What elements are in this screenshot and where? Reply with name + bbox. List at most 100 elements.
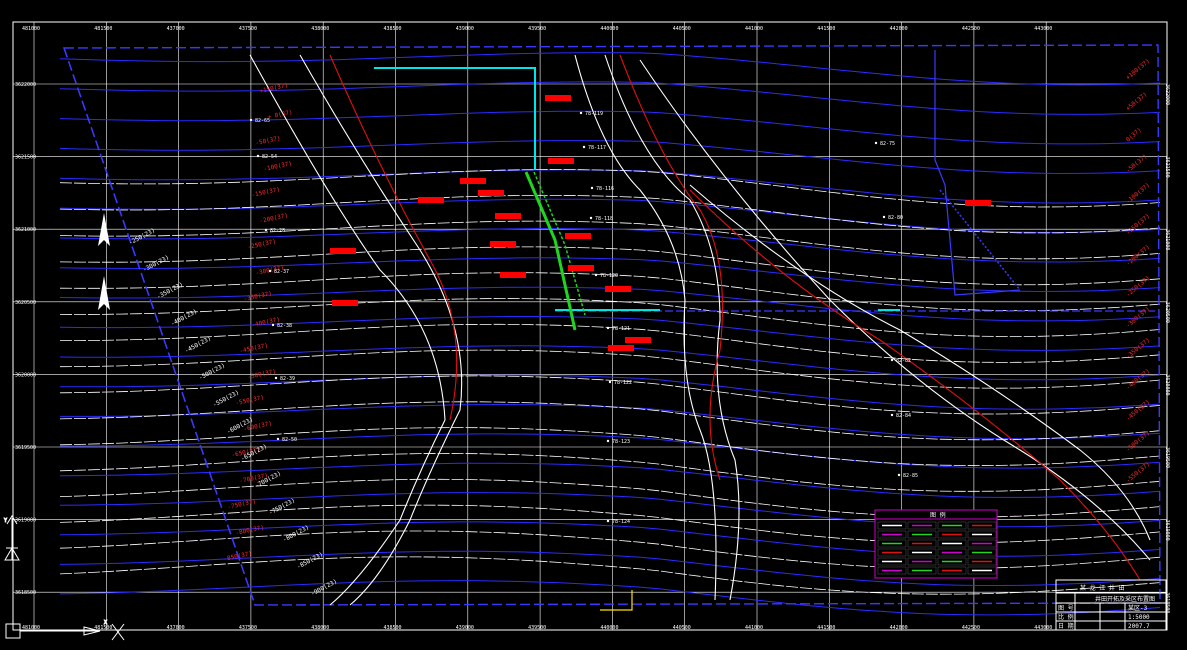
y-tick-right: 3620000 xyxy=(1164,374,1170,395)
red-label-block xyxy=(418,197,444,203)
red-label-block xyxy=(490,241,516,247)
borehole-label: 82-82 xyxy=(896,358,911,364)
borehole-marker xyxy=(606,326,610,330)
y-tick-left: 3619500 xyxy=(15,445,36,451)
x-tick-bottom: 439000 xyxy=(456,625,474,631)
borehole-label: 82-28 xyxy=(270,228,285,234)
x-tick-bottom: 439500 xyxy=(528,625,546,631)
cad-drawing-canvas[interactable]: 4810004810004815004815004370004370004375… xyxy=(0,0,1187,650)
title-block-value-0: 某区-3 xyxy=(1128,605,1148,612)
title-block-title: 某 龙 江 井 田 xyxy=(1080,584,1124,592)
red-label-block xyxy=(608,345,634,351)
red-label-block xyxy=(625,337,651,343)
title-block-value-2: 2007.7 xyxy=(1128,623,1150,630)
x-tick-top: 440000 xyxy=(600,26,618,32)
ucs-y-label: Y xyxy=(4,518,7,524)
x-tick-top: 437000 xyxy=(167,26,185,32)
borehole-marker xyxy=(890,413,894,417)
borehole-marker xyxy=(249,118,253,122)
borehole-label: 78-123 xyxy=(612,439,630,445)
red-label-block xyxy=(568,265,594,271)
red-label-block xyxy=(330,248,356,254)
x-tick-bottom: 442000 xyxy=(890,625,908,631)
borehole-label: 78-121 xyxy=(612,326,630,332)
x-tick-top: 481500 xyxy=(94,26,112,32)
x-tick-bottom: 438500 xyxy=(384,625,402,631)
borehole-label: 78-119 xyxy=(585,111,603,117)
x-tick-bottom: 442500 xyxy=(962,625,980,631)
borehole-label: 82-85 xyxy=(903,473,918,479)
x-tick-top: 442500 xyxy=(962,26,980,32)
x-tick-bottom: 441000 xyxy=(745,625,763,631)
y-tick-left: 3618500 xyxy=(15,590,36,596)
borehole-label: 78-124 xyxy=(612,519,630,525)
borehole-label: 82-54 xyxy=(262,154,277,160)
ucs-x-label: X xyxy=(104,620,107,626)
borehole-label: 82-37 xyxy=(274,269,289,275)
x-tick-bottom: 438000 xyxy=(311,625,329,631)
title-block-value-1: 1:5000 xyxy=(1128,614,1150,621)
borehole-marker xyxy=(606,439,610,443)
borehole-marker xyxy=(882,215,886,219)
borehole-label: 82-84 xyxy=(896,413,911,419)
y-tick-left: 3619000 xyxy=(15,518,36,524)
borehole-marker xyxy=(268,269,272,273)
red-label-block xyxy=(565,233,591,239)
x-tick-top: 439500 xyxy=(528,26,546,32)
x-tick-bottom: 441500 xyxy=(817,625,835,631)
borehole-label: 82-50 xyxy=(282,437,297,443)
borehole-marker xyxy=(579,111,583,115)
borehole-label: 82-39 xyxy=(280,376,295,382)
red-label-block xyxy=(332,300,358,306)
y-tick-left: 3620000 xyxy=(15,372,36,378)
borehole-marker xyxy=(256,154,260,158)
borehole-label: 78-122 xyxy=(614,380,632,386)
red-label-block xyxy=(548,158,574,164)
legend-box: 图 例 xyxy=(874,509,998,579)
borehole-marker xyxy=(274,376,278,380)
borehole-marker xyxy=(276,437,280,441)
borehole-label: 82-65 xyxy=(255,118,270,124)
x-tick-top: 440500 xyxy=(673,26,691,32)
borehole-label: 82-80 xyxy=(888,215,903,221)
y-tick-right: 3622000 xyxy=(1164,84,1170,105)
borehole-label: 82-38 xyxy=(277,323,292,329)
title-block-row-2: 日 期 xyxy=(1058,622,1074,630)
title-block-row-1: 比 例 xyxy=(1058,613,1074,621)
x-tick-top: 437500 xyxy=(239,26,257,32)
x-tick-bottom: 443000 xyxy=(1034,625,1052,631)
y-tick-left: 3621000 xyxy=(15,227,36,233)
borehole-marker xyxy=(590,186,594,190)
title-block-row-0: 图 号 xyxy=(1058,605,1074,612)
x-tick-top: 438500 xyxy=(384,26,402,32)
x-tick-top: 439000 xyxy=(456,26,474,32)
y-tick-right: 3619500 xyxy=(1164,447,1170,468)
legend-title: 图 例 xyxy=(930,511,946,519)
borehole-label: 82-75 xyxy=(880,141,895,147)
y-tick-left: 3620500 xyxy=(15,300,36,306)
borehole-marker xyxy=(890,358,894,362)
red-label-block xyxy=(605,286,631,292)
borehole-marker xyxy=(606,519,610,523)
x-tick-top: 443000 xyxy=(1034,26,1052,32)
y-tick-right: 3621000 xyxy=(1164,229,1170,250)
x-tick-top: 442000 xyxy=(890,26,908,32)
red-label-block xyxy=(460,178,486,184)
borehole-label: 78-117 xyxy=(588,145,606,151)
borehole-label: 78-118 xyxy=(595,216,613,222)
borehole-marker xyxy=(897,473,901,477)
red-label-block xyxy=(478,190,504,196)
red-label-block xyxy=(495,213,521,219)
borehole-marker xyxy=(608,380,612,384)
y-tick-right: 3619000 xyxy=(1164,520,1170,541)
x-tick-top: 481000 xyxy=(22,26,40,32)
borehole-marker xyxy=(589,216,593,220)
red-label-block xyxy=(545,95,571,101)
x-tick-bottom: 440000 xyxy=(600,625,618,631)
red-label-block xyxy=(965,200,991,206)
red-label-block xyxy=(500,272,526,278)
y-tick-right: 3620500 xyxy=(1164,302,1170,323)
x-tick-top: 438000 xyxy=(311,26,329,32)
borehole-marker xyxy=(594,273,598,277)
y-tick-right: 3621500 xyxy=(1164,157,1170,178)
